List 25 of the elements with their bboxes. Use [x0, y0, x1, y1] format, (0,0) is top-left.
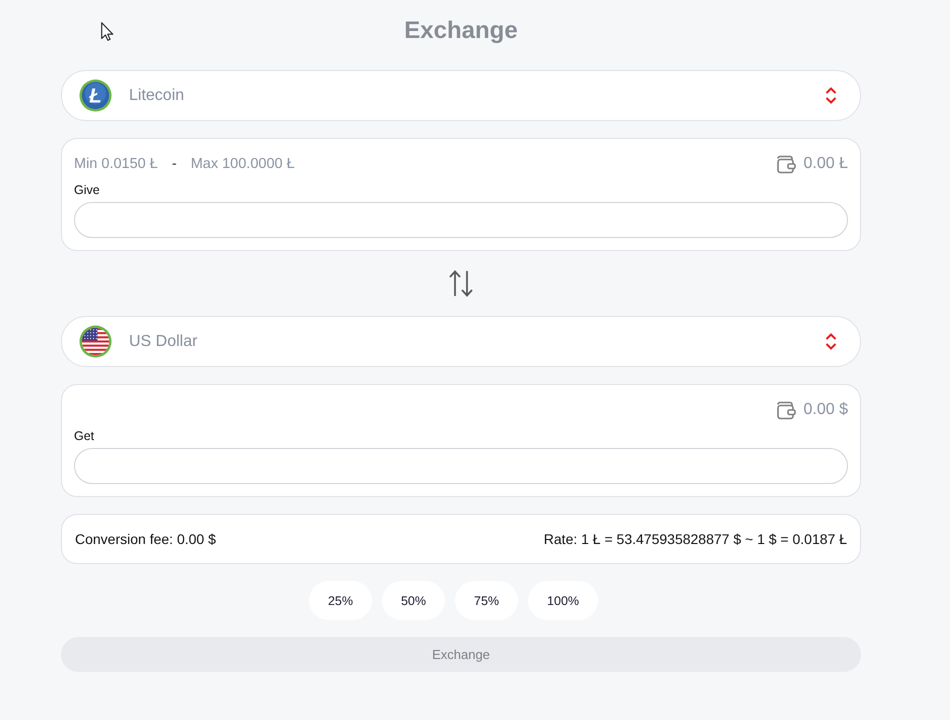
percent-button[interactable]: 50%	[382, 581, 446, 620]
percent-button[interactable]: 100%	[528, 581, 598, 620]
chevron-up-down-icon	[825, 333, 837, 350]
coin-logo: Ł	[79, 79, 112, 112]
wallet-icon	[776, 154, 796, 174]
page-title: Exchange	[404, 16, 518, 46]
amount-input[interactable]	[74, 448, 848, 484]
flag-icon	[79, 325, 112, 358]
field-label: Get	[74, 428, 94, 445]
currency-select[interactable]: Ł Litecoin	[61, 70, 861, 121]
exchange-rate: Rate: 1 Ł = 53.475935828877 $ ~ 1 $ = 0.0187 Ł	[544, 531, 847, 547]
field-label: Give	[74, 182, 100, 199]
cursor-icon	[101, 22, 114, 41]
conversion-fee: Conversion fee: 0.00 $	[75, 531, 216, 547]
max-limit: Max 100.0000 Ł	[190, 156, 295, 172]
percent-button[interactable]: 75%	[455, 581, 518, 620]
amount-input[interactable]	[74, 202, 848, 238]
limit-separator: -	[172, 156, 177, 172]
swap-arrows-icon[interactable]	[449, 270, 473, 297]
chevron-up-down-icon	[825, 87, 837, 104]
wallet-icon	[776, 400, 796, 420]
min-limit: Min 0.0150 Ł	[74, 156, 158, 172]
wallet-balance: 0.00 Ł	[804, 155, 848, 173]
wallet-balance: 0.00 $	[804, 401, 848, 419]
percent-button[interactable]: 25%	[308, 581, 372, 620]
